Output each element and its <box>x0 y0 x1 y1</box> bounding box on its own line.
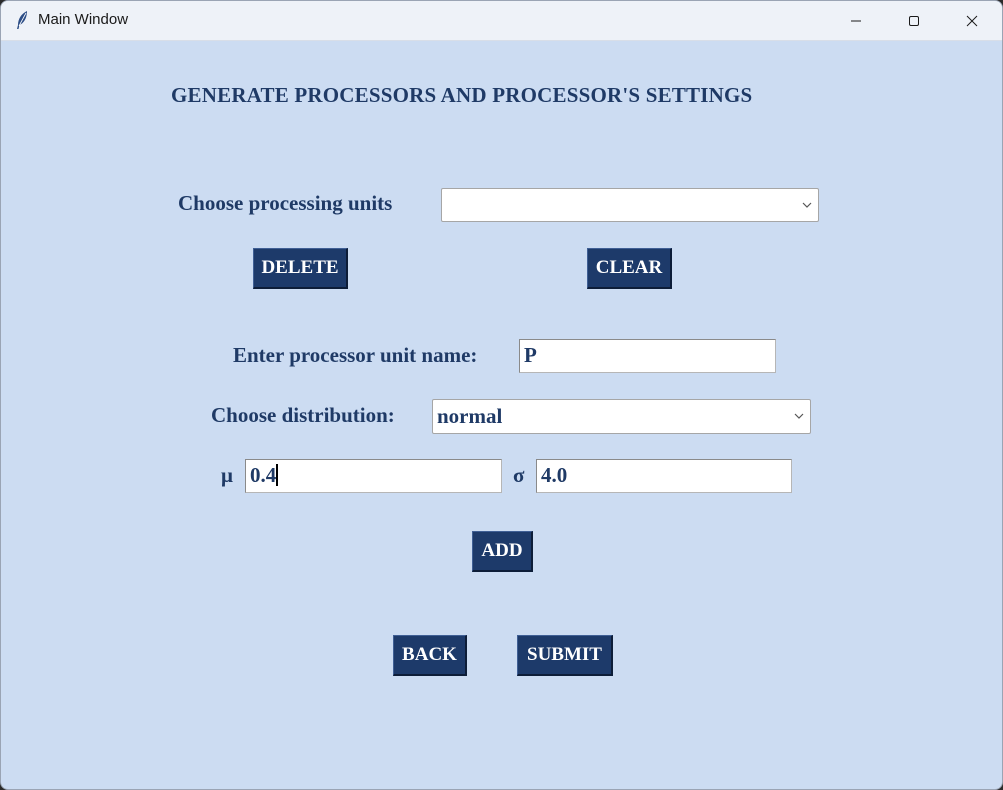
mu-input[interactable]: 0.4 <box>245 459 502 493</box>
submit-button[interactable]: SUBMIT <box>517 635 613 676</box>
sigma-label: σ <box>513 463 525 487</box>
minimize-button[interactable] <box>827 1 885 40</box>
page-title: GENERATE PROCESSORS AND PROCESSOR'S SETT… <box>171 83 753 107</box>
maximize-button[interactable] <box>885 1 943 40</box>
distribution-label: Choose distribution: <box>211 403 395 427</box>
add-button[interactable]: ADD <box>472 531 533 572</box>
distribution-value: normal <box>437 404 503 428</box>
window-title: Main Window <box>38 11 129 28</box>
main-window: Main Window GENERATE PROCESSORS AND PROC… <box>0 0 1003 790</box>
processing-units-label: Choose processing units <box>178 191 393 215</box>
close-button[interactable] <box>943 1 1001 40</box>
distribution-select[interactable]: normal <box>432 399 811 434</box>
mu-label: μ <box>221 463 233 487</box>
delete-button[interactable]: DELETE <box>253 248 348 289</box>
clear-button[interactable]: CLEAR <box>587 248 672 289</box>
mu-value: 0.4 <box>250 463 277 487</box>
close-icon <box>966 15 978 26</box>
text-cursor <box>276 464 279 486</box>
feather-icon <box>17 11 27 29</box>
processor-name-label: Enter processor unit name: <box>233 343 478 367</box>
chevron-down-icon <box>794 413 804 419</box>
processor-name-input[interactable]: P <box>519 339 776 373</box>
main-content: GENERATE PROCESSORS AND PROCESSOR'S SETT… <box>1 41 1002 789</box>
processing-units-select[interactable] <box>441 188 819 222</box>
maximize-icon <box>909 15 919 26</box>
chevron-down-icon <box>802 202 812 208</box>
back-button[interactable]: BACK <box>393 635 467 676</box>
processor-name-value: P <box>524 343 537 367</box>
minimize-icon <box>851 20 861 21</box>
title-bar[interactable]: Main Window <box>1 1 1002 41</box>
sigma-input[interactable]: 4.0 <box>536 459 792 493</box>
sigma-value: 4.0 <box>541 463 568 487</box>
